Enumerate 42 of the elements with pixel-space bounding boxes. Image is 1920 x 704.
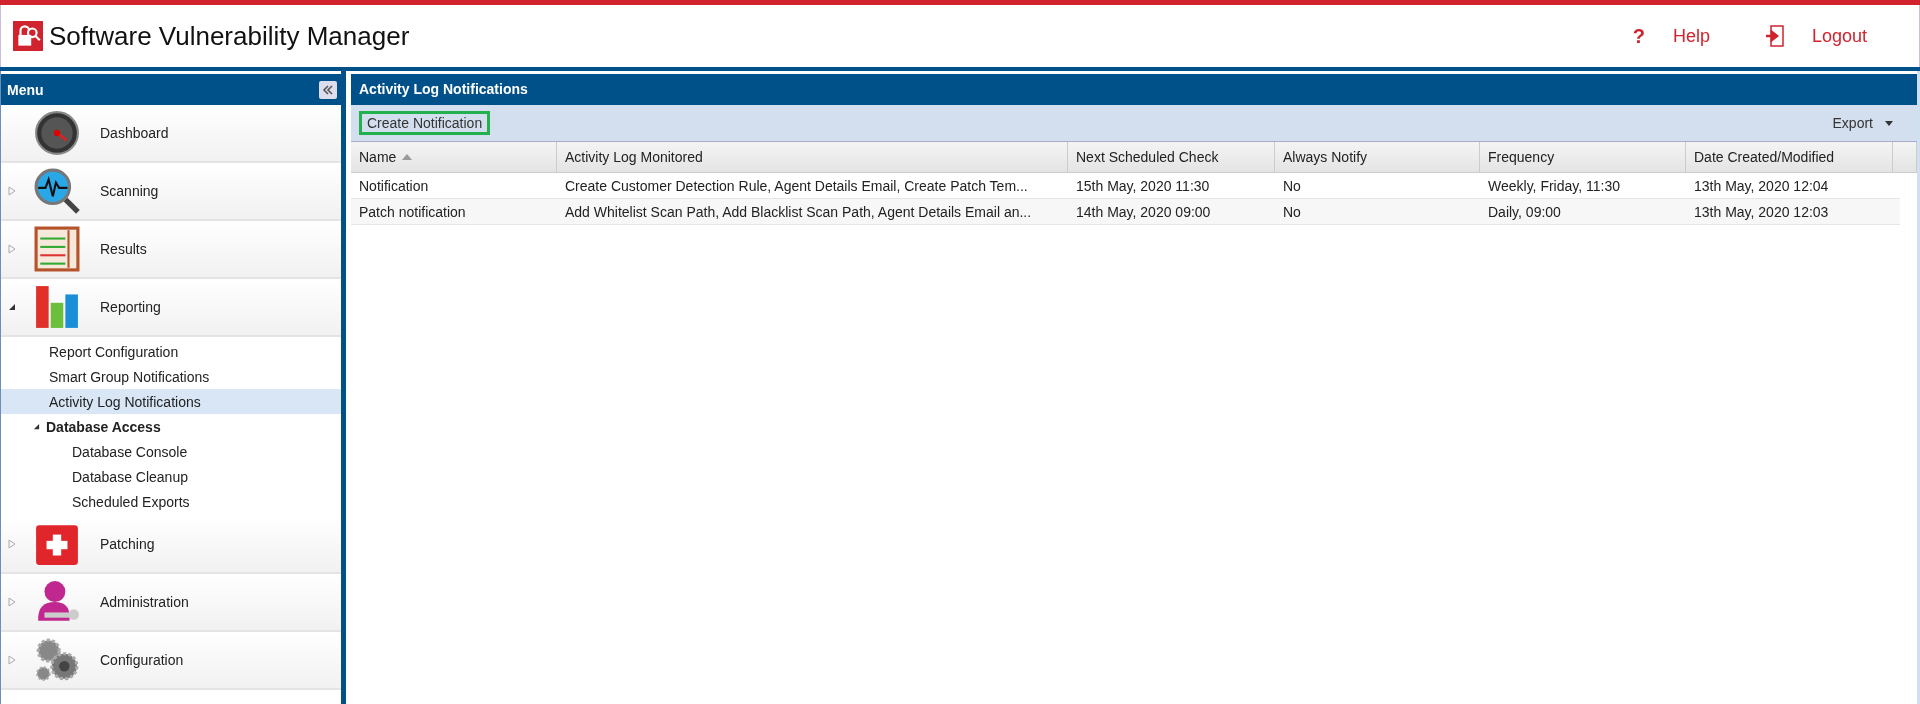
table-cell-text: 15th May, 2020 11:30 xyxy=(1075,176,1211,196)
help-link[interactable]: ? Help xyxy=(1632,24,1710,48)
gauge-icon xyxy=(34,110,80,156)
caret-icon xyxy=(1885,120,1893,126)
table-cell-text: 13th May, 2020 12:04 xyxy=(1693,176,1830,196)
table-cell-text: 13th May, 2020 12:03 xyxy=(1693,202,1830,222)
gears-icon xyxy=(34,637,80,683)
table-cell-text: No xyxy=(1282,202,1302,222)
double-chevron-left-icon xyxy=(322,84,334,95)
column-header[interactable]: Frequency xyxy=(1480,142,1686,172)
nav-subitem[interactable]: Database Access xyxy=(1,414,341,439)
table-cell-text: Create Customer Detection Rule, Agent Details Email, Create Patch Tem... xyxy=(564,176,1029,196)
table-cell-text: Daily, 09:00 xyxy=(1487,202,1562,222)
bar-chart-icon xyxy=(34,284,80,330)
menu-title: Menu xyxy=(7,81,44,98)
table-cell-text: Add Whitelist Scan Path, Add Blacklist Scan Path, Agent Details Email an... xyxy=(564,202,1033,222)
app-title: Software Vulnerability Manager xyxy=(49,20,410,52)
column-header[interactable]: Always Notify xyxy=(1275,142,1480,172)
logout-link[interactable]: Logout xyxy=(1765,24,1867,48)
table-cell-text: Notification xyxy=(358,176,430,196)
collapse-button[interactable] xyxy=(319,80,337,99)
column-header[interactable]: Next Scheduled Check xyxy=(1068,142,1275,172)
column-header[interactable]: Date Created/Modified xyxy=(1686,142,1893,172)
nav-subitem[interactable]: Smart Group Notifications xyxy=(1,364,341,389)
table-cell-text: No xyxy=(1282,176,1302,196)
table-cell-text: 14th May, 2020 09:00 xyxy=(1075,202,1212,222)
checklist-icon xyxy=(34,226,80,272)
column-header[interactable]: Name xyxy=(351,142,557,172)
magnifier-icon xyxy=(34,168,80,214)
nav-subitem[interactable]: Report Configuration xyxy=(1,339,341,364)
column-header[interactable]: Activity Log Monitored xyxy=(557,142,1068,172)
table-cell-text: Weekly, Friday, 11:30 xyxy=(1487,176,1621,196)
table-cell-text: Patch notification xyxy=(358,202,467,222)
logo-icon xyxy=(13,21,43,51)
panel-title: Activity Log Notifications xyxy=(351,74,1917,105)
export-button[interactable]: Export xyxy=(1826,114,1899,132)
create-notification-button[interactable]: Create Notification xyxy=(359,111,491,135)
nav-subitem[interactable]: Database Cleanup xyxy=(1,464,341,489)
nav-subitem[interactable]: Activity Log Notifications xyxy=(1,389,341,414)
nav-subitem[interactable]: Scheduled Exports xyxy=(1,489,341,514)
nav-subitem[interactable]: Database Console xyxy=(1,439,341,464)
logout-icon xyxy=(1765,24,1784,48)
